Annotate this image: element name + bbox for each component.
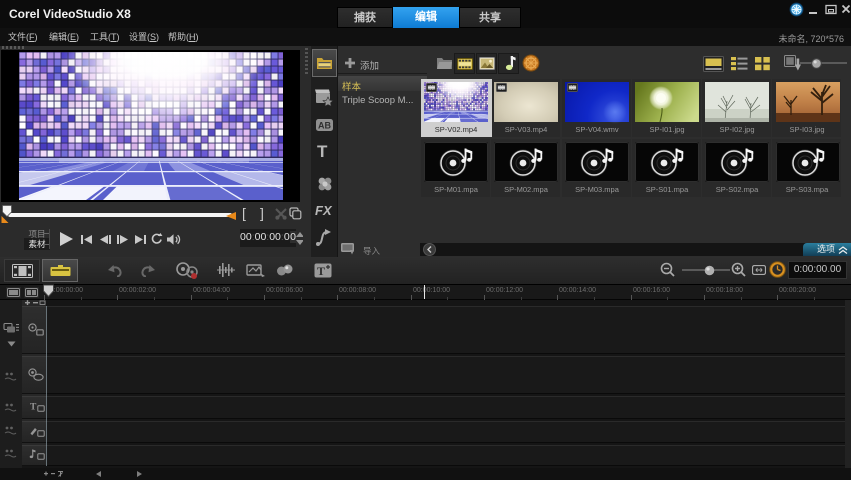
svg-text:T: T bbox=[317, 264, 325, 278]
svg-text:AB: AB bbox=[318, 121, 331, 131]
svg-text:T: T bbox=[30, 403, 37, 413]
